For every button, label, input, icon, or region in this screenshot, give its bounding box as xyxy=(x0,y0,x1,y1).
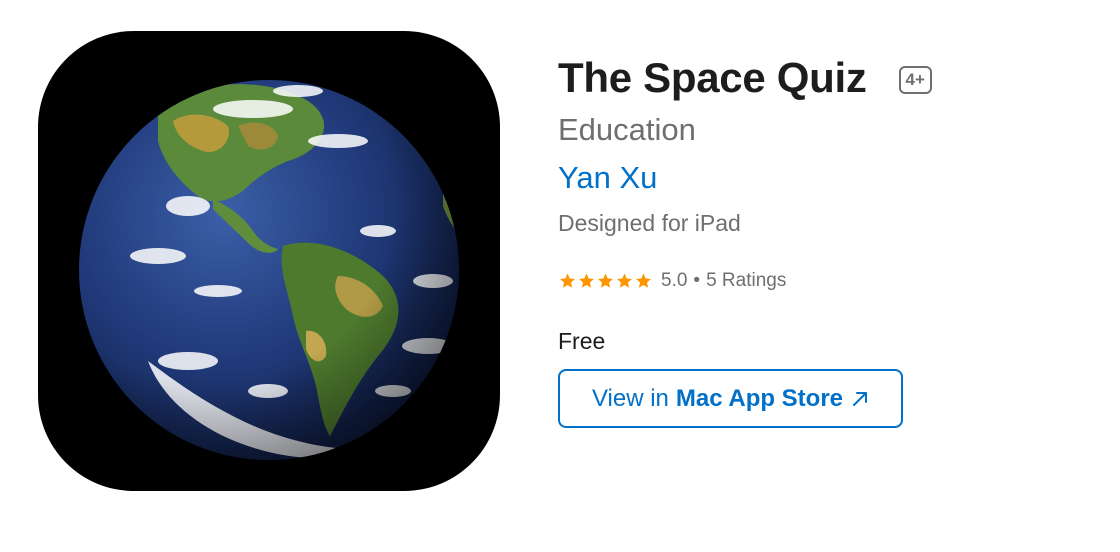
rating-summary: 5.0 • 5 Ratings xyxy=(558,268,786,294)
star-rating xyxy=(558,272,653,290)
view-in-mac-app-store-button[interactable]: View in Mac App Store xyxy=(558,369,903,428)
earth-globe-icon xyxy=(79,80,459,460)
star-icon xyxy=(636,273,651,288)
rating-value: 5.0 xyxy=(661,270,688,291)
star-icon xyxy=(598,273,613,288)
rating-count: 5 Ratings xyxy=(706,270,787,291)
designed-for-label: Designed for iPad xyxy=(558,210,741,236)
app-price: Free xyxy=(558,328,606,354)
star-icon xyxy=(560,273,575,288)
button-label-store: Mac App Store xyxy=(675,384,844,412)
external-arrow-icon xyxy=(851,390,869,408)
star-icon xyxy=(579,273,594,288)
app-icon xyxy=(38,31,500,491)
app-category: Education xyxy=(558,112,696,147)
star-icon xyxy=(617,273,632,288)
app-title: The Space Quiz xyxy=(558,54,867,101)
developer-link[interactable]: Yan Xu xyxy=(558,158,657,198)
rating-separator: • xyxy=(693,270,701,291)
button-label-prefix: View in xyxy=(591,384,669,412)
title-row: The Space Quiz 4+ xyxy=(558,52,932,104)
age-rating-badge: 4+ xyxy=(898,66,932,94)
